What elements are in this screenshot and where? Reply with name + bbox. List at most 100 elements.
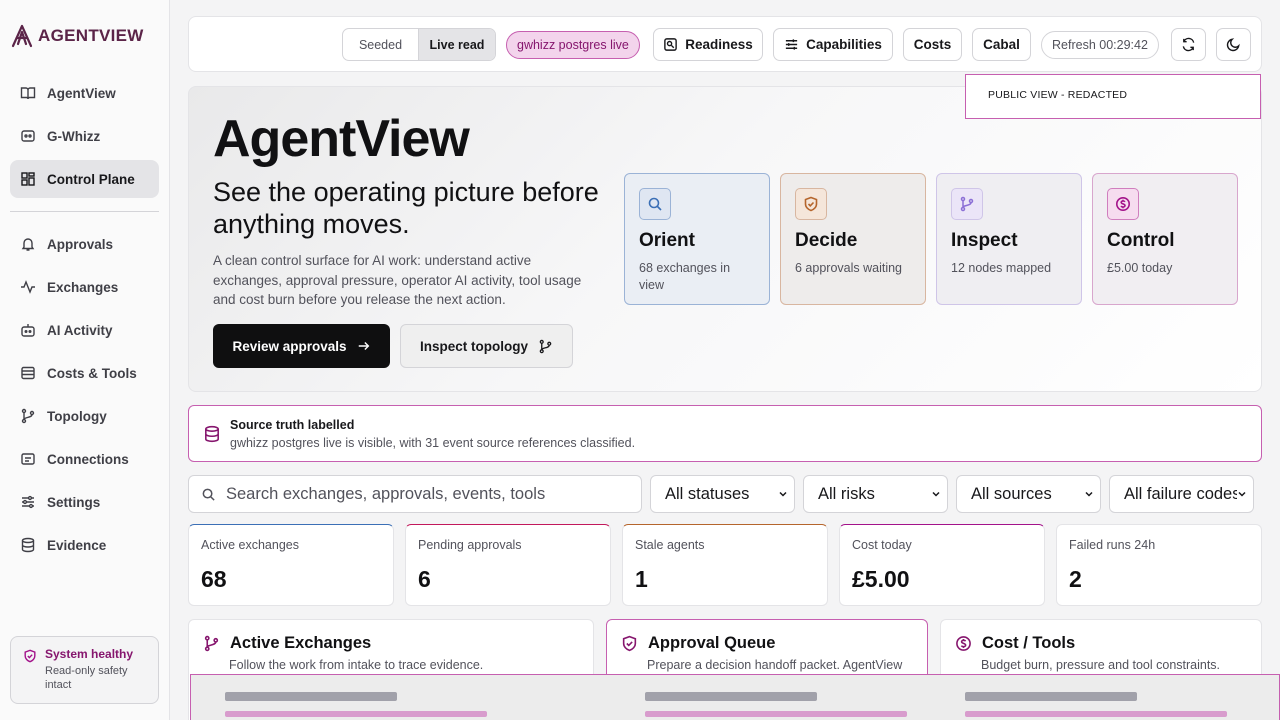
refresh-icon: [1182, 37, 1195, 52]
skeleton-bar: [645, 711, 907, 717]
activity-icon: [21, 280, 35, 294]
sidebar-item-evidence[interactable]: Evidence: [10, 526, 159, 564]
shield-icon: [795, 188, 827, 220]
search-input[interactable]: [226, 484, 626, 504]
chevron-down-icon: [779, 491, 787, 497]
panel-subtitle: Budget burn, pressure and tool constrain…: [981, 658, 1221, 672]
refresh-timer: Refresh 00:29:42: [1041, 31, 1159, 59]
sidebar-item-label: G-Whizz: [47, 128, 101, 144]
sidebar-item-topology[interactable]: Topology: [10, 397, 159, 435]
sliders-icon: [785, 39, 798, 50]
hero-subtitle: See the operating picture before anythin…: [213, 177, 599, 239]
stat-active-exchanges[interactable]: Active exchanges 68: [188, 524, 394, 606]
mode-live-button[interactable]: Live read: [419, 29, 495, 60]
system-health-status: System healthy Read-only safety intact: [10, 636, 159, 704]
loading-skeleton: [190, 674, 1280, 720]
sidebar-item-settings[interactable]: Settings: [10, 483, 159, 521]
sidebar-item-agentview[interactable]: AgentView: [10, 74, 159, 112]
chevron-down-icon: [932, 491, 940, 497]
sidebar-item-label: Control Plane: [47, 171, 135, 187]
panel-title: Cost / Tools: [982, 634, 1076, 652]
status-filter-value: All statuses: [665, 484, 750, 503]
sidebar-item-gwhizz[interactable]: G-Whizz: [10, 117, 159, 155]
capabilities-button[interactable]: Capabilities: [773, 28, 893, 61]
panel-title: Active Exchanges: [230, 634, 372, 652]
source-pill[interactable]: gwhizz postgres live: [506, 31, 640, 59]
stat-pending-approvals[interactable]: Pending approvals 6: [405, 524, 611, 606]
inspect-topology-button[interactable]: Inspect topology: [400, 324, 573, 368]
card-inspect[interactable]: Inspect 12 nodes mapped: [936, 173, 1082, 305]
branch-icon: [539, 339, 552, 353]
brand-logo[interactable]: AGENTVIEW: [10, 24, 144, 48]
sliders-icon: [22, 495, 34, 509]
card-title: Inspect: [951, 230, 1018, 251]
stat-label: Cost today: [852, 538, 912, 552]
card-decide[interactable]: Decide 6 approvals waiting: [780, 173, 926, 305]
stat-label: Active exchanges: [201, 538, 299, 552]
brand-name: AGENTVIEW: [38, 26, 144, 45]
search-field[interactable]: [188, 475, 642, 513]
sidebar-item-label: Connections: [47, 451, 129, 467]
sidebar-item-label: AI Activity: [47, 322, 113, 338]
stat-label: Stale agents: [635, 538, 705, 552]
card-control[interactable]: Control £5.00 today: [1092, 173, 1238, 305]
stat-value: £5.00: [852, 566, 910, 592]
shield-check-icon: [24, 649, 36, 663]
card-subtitle: 68 exchanges in view: [639, 261, 731, 292]
chevron-down-icon: [1085, 491, 1093, 497]
sidebar: AGENTVIEW AgentView G-Whizz Control Plan…: [0, 0, 170, 720]
stat-value: 2: [1069, 566, 1082, 592]
stat-failed-runs[interactable]: Failed runs 24h 2: [1056, 524, 1262, 606]
stat-cost-today[interactable]: Cost today £5.00: [839, 524, 1045, 606]
risk-filter-select[interactable]: All risks: [803, 475, 948, 513]
card-title: Control: [1107, 230, 1175, 251]
skeleton-bar: [965, 692, 1137, 701]
costs-button[interactable]: Costs: [903, 28, 962, 61]
moon-icon: [1226, 38, 1240, 52]
sidebar-item-approvals[interactable]: Approvals: [10, 225, 159, 263]
skeleton-bar: [225, 711, 487, 717]
chevron-down-icon: [1238, 491, 1246, 497]
sidebar-item-costs-tools[interactable]: Costs & Tools: [10, 354, 159, 392]
risk-filter-value: All risks: [818, 484, 875, 503]
sidebar-item-label: AgentView: [47, 85, 116, 101]
refresh-button[interactable]: [1171, 28, 1206, 61]
panel-title: Approval Queue: [648, 634, 776, 652]
status-filter-select[interactable]: All statuses: [650, 475, 795, 513]
hero-description: A clean control surface for AI work: und…: [213, 253, 582, 307]
bell-icon: [21, 238, 35, 251]
stat-stale-agents[interactable]: Stale agents 1: [622, 524, 828, 606]
data-mode-toggle: Seeded Live read: [342, 28, 496, 61]
source-truth-banner: Source truth labelled gwhizz postgres li…: [188, 405, 1262, 462]
bot-icon: [21, 324, 35, 337]
cabal-button[interactable]: Cabal: [972, 28, 1031, 61]
readiness-button[interactable]: Readiness: [653, 28, 763, 61]
card-orient[interactable]: Orient 68 exchanges in view: [624, 173, 770, 305]
arrow-right-icon: [358, 342, 369, 350]
sidebar-item-control-plane[interactable]: Control Plane: [10, 160, 159, 198]
grid-icon: [21, 172, 35, 186]
stat-value: 68: [201, 566, 227, 592]
readiness-label: Readiness: [685, 37, 753, 52]
sidebar-item-ai-activity[interactable]: AI Activity: [10, 311, 159, 349]
book-icon: [20, 87, 36, 100]
source-filter-select[interactable]: All sources: [956, 475, 1101, 513]
sidebar-item-label: Exchanges: [47, 279, 119, 295]
panel-subtitle: Prepare a decision handoff packet. Agent…: [647, 658, 903, 672]
stat-label: Failed runs 24h: [1069, 538, 1156, 552]
skeleton-bar: [965, 711, 1227, 717]
card-subtitle: £5.00 today: [1107, 261, 1173, 275]
skeleton-bar: [645, 692, 817, 701]
mode-seeded-button[interactable]: Seeded: [343, 29, 419, 60]
failure-filter-select[interactable]: All failure codes: [1109, 475, 1254, 513]
sidebar-item-label: Topology: [47, 408, 107, 424]
database-icon: [21, 537, 35, 553]
dollar-icon: [1107, 188, 1139, 220]
sidebar-item-exchanges[interactable]: Exchanges: [10, 268, 159, 306]
capabilities-label: Capabilities: [806, 37, 882, 52]
sidebar-item-connections[interactable]: Connections: [10, 440, 159, 478]
theme-toggle-button[interactable]: [1216, 28, 1251, 61]
search-icon: [202, 488, 215, 501]
search-icon: [639, 188, 671, 220]
review-approvals-button[interactable]: Review approvals: [213, 324, 390, 368]
